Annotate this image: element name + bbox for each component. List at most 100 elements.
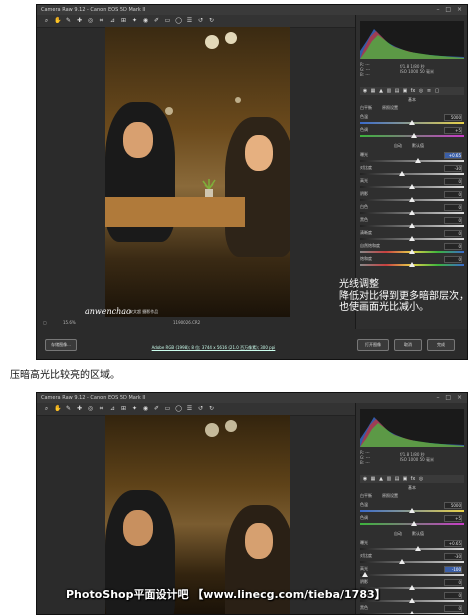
- slider-value-field[interactable]: 0: [444, 243, 462, 250]
- effects-tab-icon[interactable]: fx: [410, 88, 416, 94]
- cancel-button[interactable]: 取消: [394, 339, 422, 351]
- slider-row[interactable]: 对比度 -30: [360, 165, 464, 179]
- slider-thumb[interactable]: [362, 572, 369, 577]
- slider-value-field[interactable]: 0: [444, 204, 462, 211]
- slider-row[interactable]: 饱和度 0: [360, 256, 464, 270]
- slider-track[interactable]: [360, 561, 464, 563]
- straighten-icon[interactable]: ⊿: [109, 405, 116, 412]
- detail-tab-icon[interactable]: ▲: [378, 476, 384, 482]
- straighten-icon[interactable]: ⊿: [109, 17, 116, 24]
- effects-tab-icon[interactable]: fx: [410, 476, 416, 482]
- split-tone-tab-icon[interactable]: ▤: [394, 476, 400, 482]
- slider-thumb[interactable]: [415, 158, 422, 163]
- slider-row[interactable]: 色调 +5: [360, 127, 464, 141]
- adjustment-brush-icon[interactable]: ✐: [153, 405, 160, 412]
- split-tone-tab-icon[interactable]: ▤: [394, 88, 400, 94]
- target-adjust-icon[interactable]: ◎: [87, 17, 94, 24]
- slider-thumb[interactable]: [411, 521, 418, 526]
- slider-row[interactable]: 黑色 0: [360, 217, 464, 231]
- spot-removal-icon[interactable]: ✦: [131, 17, 138, 24]
- slider-row[interactable]: 黑色 0: [360, 605, 464, 614]
- slider-value-field[interactable]: +0.65: [444, 152, 462, 159]
- slider-thumb[interactable]: [409, 210, 415, 215]
- rotate-cw-icon[interactable]: ↻: [208, 405, 215, 412]
- save-image-button[interactable]: 存储图像...: [45, 339, 77, 351]
- slider-value-field[interactable]: -30: [444, 553, 462, 560]
- slider-thumb[interactable]: [409, 611, 415, 614]
- preferences-icon[interactable]: ☰: [186, 17, 193, 24]
- slider-row[interactable]: 曝光 +0.65: [360, 540, 464, 554]
- done-button[interactable]: 完成: [427, 339, 455, 351]
- slider-row[interactable]: 色温 5000: [360, 114, 464, 128]
- rotate-ccw-icon[interactable]: ↺: [197, 405, 204, 412]
- lens-tab-icon[interactable]: ▣: [402, 88, 408, 94]
- white-balance-select[interactable]: 原照设置: [382, 493, 398, 499]
- slider-value-field[interactable]: 5000: [444, 114, 462, 121]
- radial-filter-icon[interactable]: ◯: [175, 405, 182, 412]
- tone-curve-tab-icon[interactable]: ▦: [370, 88, 376, 94]
- slider-row[interactable]: 阴影 0: [360, 191, 464, 205]
- slider-track[interactable]: [360, 173, 464, 175]
- graduated-filter-icon[interactable]: ▭: [164, 17, 171, 24]
- white-balance-row[interactable]: 白平衡 原照设置: [360, 493, 464, 501]
- slider-value-field[interactable]: 0: [444, 217, 462, 224]
- slider-row[interactable]: 高光 -100: [360, 566, 464, 580]
- slider-thumb[interactable]: [409, 262, 415, 267]
- default-link[interactable]: 默认值: [412, 531, 424, 537]
- crop-icon[interactable]: ⌗: [98, 17, 105, 24]
- slider-value-field[interactable]: +5: [444, 515, 462, 522]
- slider-value-field[interactable]: 0: [444, 579, 462, 586]
- rotate-cw-icon[interactable]: ↻: [208, 17, 215, 24]
- slider-value-field[interactable]: 0: [444, 230, 462, 237]
- color-sampler-icon[interactable]: ✚: [76, 17, 83, 24]
- spot-removal-icon[interactable]: ✦: [131, 405, 138, 412]
- slider-row[interactable]: 对比度 -30: [360, 553, 464, 567]
- slider-thumb[interactable]: [409, 508, 415, 513]
- slider-thumb[interactable]: [398, 559, 405, 564]
- slider-value-field[interactable]: 0: [444, 256, 462, 263]
- slider-value-field[interactable]: 0: [444, 592, 462, 599]
- default-link[interactable]: 默认值: [412, 143, 424, 149]
- white-balance-icon[interactable]: ✎: [65, 17, 72, 24]
- slider-thumb[interactable]: [398, 171, 405, 176]
- slider-value-field[interactable]: -30: [444, 165, 462, 172]
- zoom-minus-icon[interactable]: ▢: [43, 320, 47, 325]
- zoom-icon[interactable]: ⌕: [43, 17, 50, 24]
- white-balance-row[interactable]: 白平衡 原照设置: [360, 105, 464, 113]
- presets-tab-icon[interactable]: ≡: [426, 88, 432, 94]
- detail-tab-icon[interactable]: ▲: [378, 88, 384, 94]
- hand-icon[interactable]: ✋: [54, 17, 61, 24]
- hsl-tab-icon[interactable]: ▥: [386, 476, 392, 482]
- window-controls[interactable]: – □ ×: [436, 6, 464, 13]
- slider-track[interactable]: [360, 160, 464, 162]
- slider-row[interactable]: 色温 5000: [360, 502, 464, 516]
- adjustment-brush-icon[interactable]: ✐: [153, 17, 160, 24]
- graduated-filter-icon[interactable]: ▭: [164, 405, 171, 412]
- transform-icon[interactable]: ⊞: [120, 17, 127, 24]
- slider-track[interactable]: [360, 574, 464, 576]
- slider-row[interactable]: 自然饱和度 0: [360, 243, 464, 257]
- slider-value-field[interactable]: 5000: [444, 502, 462, 509]
- preferences-icon[interactable]: ☰: [186, 405, 193, 412]
- slider-thumb[interactable]: [409, 598, 415, 603]
- window-controls[interactable]: – □ ×: [436, 394, 464, 401]
- hand-icon[interactable]: ✋: [54, 405, 61, 412]
- slider-thumb[interactable]: [409, 197, 415, 202]
- slider-thumb[interactable]: [409, 585, 415, 590]
- slider-row[interactable]: 清晰度 0: [360, 230, 464, 244]
- photo-preview[interactable]: [105, 415, 290, 614]
- slider-thumb[interactable]: [415, 546, 422, 551]
- slider-row[interactable]: 高光 0: [360, 178, 464, 192]
- auto-link[interactable]: 自动: [394, 531, 402, 537]
- open-image-button[interactable]: 打开图像: [357, 339, 389, 351]
- tone-curve-tab-icon[interactable]: ▦: [370, 476, 376, 482]
- basic-tab-icon[interactable]: ◉: [362, 88, 368, 94]
- hsl-tab-icon[interactable]: ▥: [386, 88, 392, 94]
- slider-row[interactable]: 曝光 +0.65: [360, 152, 464, 166]
- workflow-options-link[interactable]: Adobe RGB (1998); 8 位; 3744 x 5616 (21.0…: [75, 345, 352, 351]
- snapshots-tab-icon[interactable]: ▢: [434, 88, 440, 94]
- crop-icon[interactable]: ⌗: [98, 405, 105, 412]
- slider-value-field[interactable]: -100: [444, 566, 462, 573]
- radial-filter-icon[interactable]: ◯: [175, 17, 182, 24]
- slider-value-field[interactable]: 0: [444, 605, 462, 612]
